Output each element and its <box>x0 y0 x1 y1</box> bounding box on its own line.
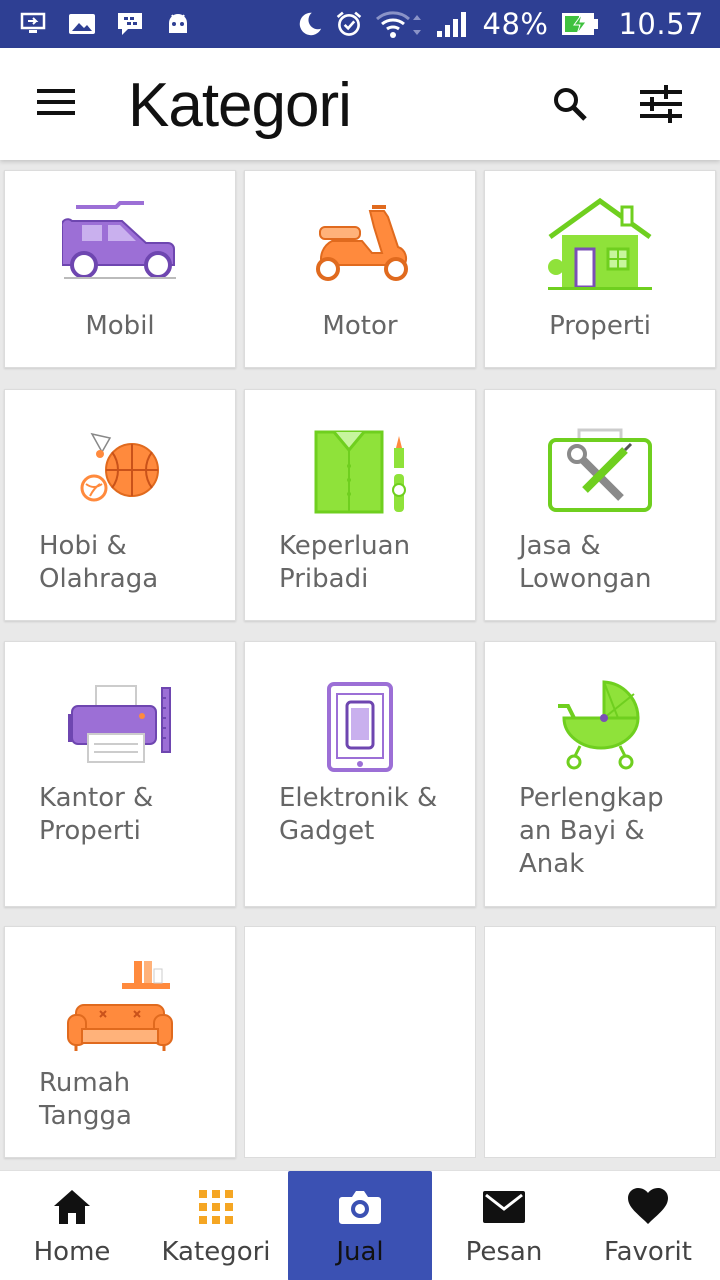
category-card-rumah-tangga[interactable]: Rumah Tangga <box>4 926 236 1158</box>
search-button[interactable] <box>546 82 594 130</box>
app-bar: Kategori <box>0 48 720 160</box>
screen-share-icon <box>20 10 48 38</box>
grid-icon <box>194 1185 238 1229</box>
nav-label: Favorit <box>604 1237 692 1267</box>
category-label: Properti <box>549 311 651 341</box>
bottom-navigation: Home Kategori Jual Pesan Favorit <box>0 1170 720 1280</box>
category-card-kantor[interactable]: Kantor & Properti <box>4 641 236 907</box>
category-card-jasa-lowongan[interactable]: Jasa & Lowongan <box>484 389 716 621</box>
nav-label: Pesan <box>465 1237 543 1267</box>
menu-icon <box>37 89 75 119</box>
status-bar: 48% 10.57 <box>0 0 720 48</box>
category-card-properti[interactable]: Properti <box>484 170 716 368</box>
android-icon <box>164 10 192 38</box>
category-grid: Mobil Motor Properti Hobi & Olahraga Kep… <box>0 160 720 1170</box>
category-label: Perlengkap an Bayi & Anak <box>519 783 664 879</box>
category-label: Jasa & Lowongan <box>519 531 652 594</box>
nav-kategori[interactable]: Kategori <box>144 1171 288 1280</box>
image-icon <box>68 10 96 38</box>
category-label: Keperluan Pribadi <box>279 531 411 594</box>
battery-percent: 48% <box>482 7 549 41</box>
stroller-icon <box>558 678 642 770</box>
signal-icon <box>435 10 471 38</box>
alarm-icon <box>335 10 363 38</box>
tablet-icon <box>327 682 393 772</box>
printer-icon <box>68 684 172 764</box>
camera-icon <box>338 1185 382 1229</box>
category-card-keperluan-pribadi[interactable]: Keperluan Pribadi <box>244 389 476 621</box>
mail-icon <box>482 1185 526 1229</box>
empty-card <box>244 926 476 1158</box>
category-label: Mobil <box>85 311 155 341</box>
home-icon <box>50 1185 94 1229</box>
category-label: Rumah Tangga <box>39 1068 132 1131</box>
shirt-icon <box>312 428 408 514</box>
category-card-elektronik[interactable]: Elektronik & Gadget <box>244 641 476 907</box>
clock: 10.57 <box>618 7 704 41</box>
nav-label: Home <box>33 1237 111 1267</box>
category-card-perlengkapan-bayi[interactable]: Perlengkap an Bayi & Anak <box>484 641 716 907</box>
heart-icon <box>626 1185 670 1229</box>
category-label: Hobi & Olahraga <box>39 531 159 594</box>
search-icon <box>552 86 588 126</box>
sports-icon <box>78 428 162 504</box>
battery-charging-icon <box>560 10 600 38</box>
nav-label: Kategori <box>161 1237 271 1267</box>
category-card-motor[interactable]: Motor <box>244 170 476 368</box>
menu-button[interactable] <box>30 84 82 124</box>
category-card-mobil[interactable]: Mobil <box>4 170 236 368</box>
nav-jual[interactable]: Jual <box>288 1171 432 1280</box>
category-card-hobi[interactable]: Hobi & Olahraga <box>4 389 236 621</box>
house-icon <box>546 197 654 293</box>
nav-pesan[interactable]: Pesan <box>432 1171 576 1280</box>
moon-icon <box>295 10 323 38</box>
nav-home[interactable]: Home <box>0 1171 144 1280</box>
empty-card <box>484 926 716 1158</box>
category-label: Elektronik & Gadget <box>279 783 438 846</box>
toolbox-icon <box>547 428 653 514</box>
category-label: Motor <box>322 311 398 341</box>
wifi-icon <box>375 10 423 38</box>
scooter-icon <box>308 203 412 283</box>
category-label: Kantor & Properti <box>39 783 154 846</box>
filter-icon <box>640 85 682 127</box>
nav-favorit[interactable]: Favorit <box>576 1171 720 1280</box>
filter-button[interactable] <box>634 82 688 130</box>
bbm-icon <box>116 10 144 38</box>
nav-label: Jual <box>336 1237 384 1267</box>
page-title: Kategori <box>128 71 352 140</box>
car-icon <box>62 201 178 281</box>
sofa-icon <box>66 959 174 1055</box>
